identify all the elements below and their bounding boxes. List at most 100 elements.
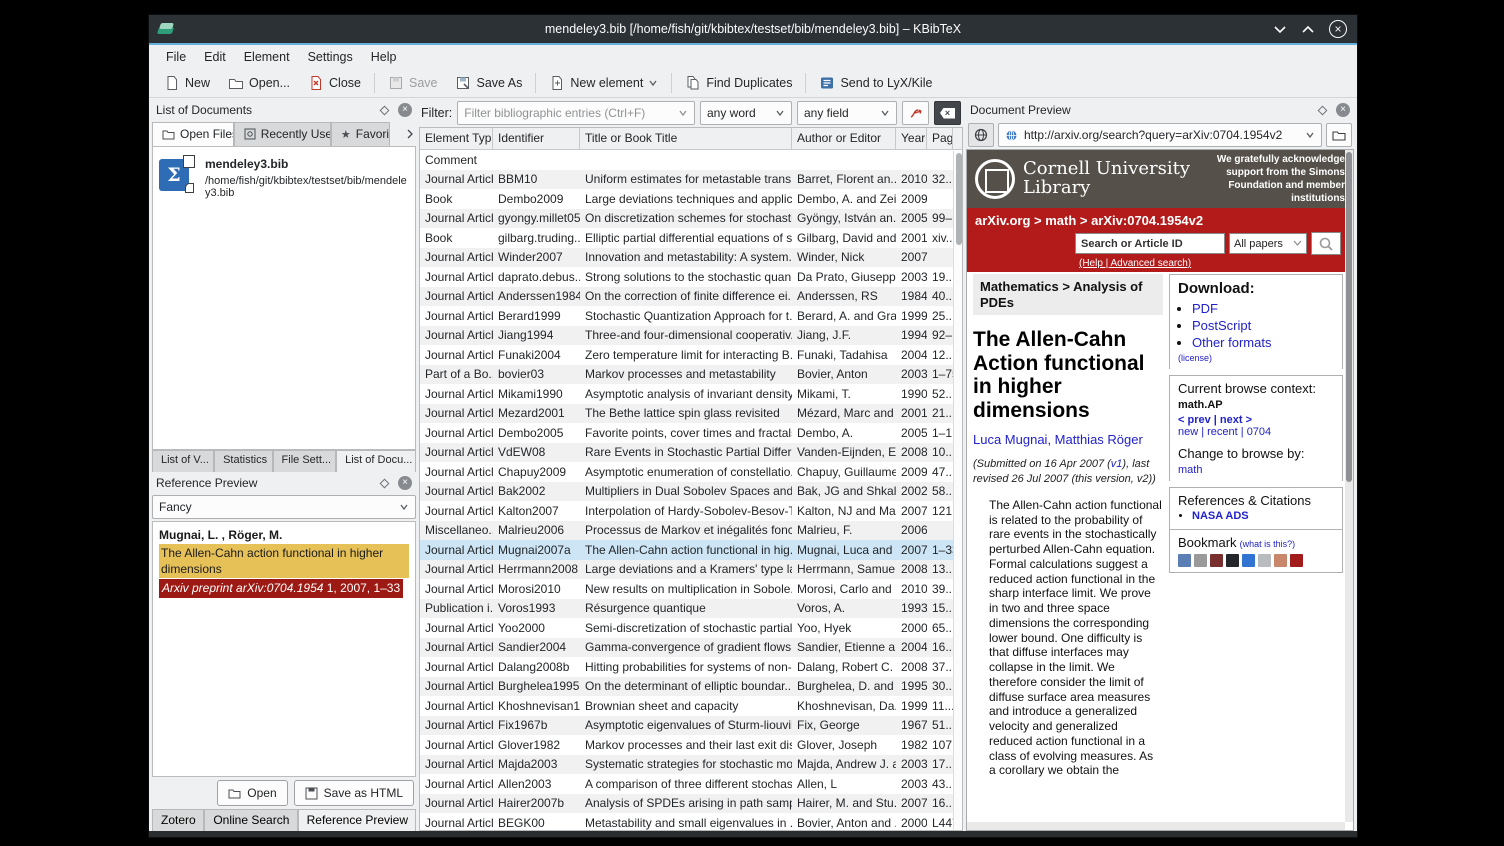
table-row[interactable]: Journal Articlegyongy.millet05On discret… — [420, 209, 953, 229]
arxiv-search-input[interactable]: Search or Article ID — [1075, 233, 1225, 254]
table-row[interactable]: Journal ArticleChapuy2009Asymptotic enum… — [420, 462, 953, 482]
list-item[interactable]: Σ mendeley3.bib /home/fish/git/kbibtex/t… — [159, 155, 409, 199]
tab-scroll-left-icon[interactable] — [390, 124, 403, 144]
open-reference-button[interactable]: Open — [217, 780, 287, 806]
table-row[interactable]: Journal ArticleMajda2003Systematic strat… — [420, 755, 953, 775]
table-row[interactable]: Part of a Bo...bovier03Markov processes … — [420, 365, 953, 385]
v1-link[interactable]: v1 — [1111, 458, 1123, 470]
table-row[interactable]: Journal ArticleJiang1994Three-and four-d… — [420, 326, 953, 346]
arxiv-help-links[interactable]: (Help | Advanced search) — [1079, 258, 1345, 269]
webview-scrollbar[interactable] — [1345, 150, 1353, 822]
save-button[interactable]: Save — [379, 71, 447, 95]
table-row[interactable]: Journal ArticleKalton2007Interpolation o… — [420, 501, 953, 521]
digg-icon[interactable] — [1258, 554, 1271, 567]
table-row[interactable]: Journal ArticleFix1967bAsymptotic eigenv… — [420, 716, 953, 736]
article-authors[interactable]: Luca Mugnai, Matthias Röger — [973, 432, 1163, 447]
arxiv-breadcrumb[interactable]: arXiv.org > math > arXiv:0704.1954v2 — [975, 213, 1345, 228]
table-row[interactable]: Journal ArticleMugnai2007aThe Allen-Cahn… — [420, 540, 953, 560]
col-year[interactable]: Year — [896, 128, 927, 149]
license-link[interactable]: (license) — [1178, 353, 1212, 363]
table-row[interactable]: Journal ArticleBEGK00Metastability and s… — [420, 813, 953, 830]
minimize-icon[interactable] — [1273, 24, 1287, 34]
table-row[interactable]: Journal ArticleKhoshnevisan1...Brownian … — [420, 696, 953, 716]
sciencewise-icon[interactable] — [1290, 554, 1303, 567]
delicious-icon[interactable] — [1242, 554, 1255, 567]
find-duplicates-button[interactable]: Find Duplicates — [676, 71, 801, 95]
table-row[interactable]: Miscellaneo...Malrieu2006Processus de Ma… — [420, 521, 953, 541]
table-row[interactable]: Journal ArticleAllen2003A comparison of … — [420, 774, 953, 794]
arxiv-search-button[interactable] — [1311, 232, 1341, 255]
close-icon[interactable]: × — [1329, 20, 1347, 38]
other-formats-link[interactable]: Other formats — [1192, 335, 1334, 350]
nav-links[interactable]: new | recent | 0704 — [1178, 426, 1334, 438]
filter-word-mode-select[interactable]: any word — [700, 101, 792, 125]
filter-field-mode-select[interactable]: any field — [797, 101, 897, 125]
reddit-icon[interactable] — [1274, 554, 1287, 567]
float-panel-icon[interactable] — [380, 478, 390, 488]
table-row[interactable]: Journal ArticleBak2002Multipliers in Dua… — [420, 482, 953, 502]
webview-hscrollbar[interactable] — [967, 822, 1345, 830]
close-panel-icon[interactable]: × — [398, 476, 412, 490]
close-panel-icon[interactable]: × — [398, 103, 412, 117]
table-row[interactable]: Bookgilbarg.truding...Elliptic partial d… — [420, 228, 953, 248]
table-row[interactable]: Publication i...Voros1993Résurgence quan… — [420, 599, 953, 619]
tab-list-of-documents[interactable]: List of Docu... — [336, 450, 416, 472]
close-panel-icon[interactable]: × — [1336, 103, 1350, 117]
open-file-button[interactable] — [1326, 123, 1352, 147]
maximize-icon[interactable] — [1301, 24, 1315, 34]
tab-list-of-values[interactable]: List of V... — [152, 450, 214, 472]
table-row[interactable]: Journal Articledaprato.debus...Strong so… — [420, 267, 953, 287]
bibtex-filter-button[interactable] — [902, 101, 929, 125]
col-identifier[interactable]: Identifier — [493, 128, 580, 149]
col-title[interactable]: Title or Book Title — [580, 128, 792, 149]
tab-online-search[interactable]: Online Search — [204, 809, 297, 831]
tab-recently-used[interactable]: Recently Used — [234, 122, 331, 146]
tab-file-settings[interactable]: File Sett... — [273, 450, 337, 472]
tab-zotero[interactable]: Zotero — [152, 809, 204, 831]
new-button[interactable]: New — [155, 71, 219, 95]
table-row[interactable]: Journal ArticleMezard2001The Bethe latti… — [420, 404, 953, 424]
table-row[interactable]: Journal ArticleBBM10Uniform estimates fo… — [420, 170, 953, 190]
go-button[interactable] — [968, 123, 994, 147]
table-row[interactable]: Journal ArticleDembo2005Favorite points,… — [420, 423, 953, 443]
table-row[interactable]: Journal ArticleMikami1990Asymptotic anal… — [420, 384, 953, 404]
prev-next-links[interactable]: < prev | next > — [1178, 414, 1334, 426]
table-row[interactable]: Journal ArticleAnderssen1984On the corre… — [420, 287, 953, 307]
float-panel-icon[interactable] — [1318, 105, 1328, 115]
menu-edit[interactable]: Edit — [195, 47, 235, 67]
table-row[interactable]: Journal ArticleHerrmann2008Large deviati… — [420, 560, 953, 580]
bibsonomy-icon[interactable] — [1210, 554, 1223, 567]
new-element-button[interactable]: New element — [540, 71, 667, 95]
table-row[interactable]: Journal ArticleMorosi2010New results on … — [420, 579, 953, 599]
table-row[interactable]: Journal ArticleVdEW08Rare Events in Stoc… — [420, 443, 953, 463]
table-row[interactable]: Journal ArticleHairer2007bAnalysis of SP… — [420, 794, 953, 814]
table-row[interactable]: Journal ArticleGlover1982Markov processe… — [420, 735, 953, 755]
save-as-button[interactable]: Save As — [446, 71, 531, 95]
tab-favorites[interactable]: ★ Favori — [331, 122, 390, 146]
table-row[interactable]: BookDembo2009Large deviations techniques… — [420, 189, 953, 209]
bookmark-hint-link[interactable]: (what is this?) — [1240, 539, 1296, 549]
citeulike-icon[interactable] — [1178, 554, 1191, 567]
table-row[interactable]: Journal ArticleSandier2004Gamma-converge… — [420, 638, 953, 658]
preview-style-select[interactable]: Fancy — [152, 495, 416, 519]
connotea-icon[interactable] — [1194, 554, 1207, 567]
menu-settings[interactable]: Settings — [299, 47, 362, 67]
clear-filter-button[interactable]: × — [934, 101, 961, 125]
col-author[interactable]: Author or Editor — [792, 128, 896, 149]
table-row[interactable]: Journal ArticleDalang2008bHitting probab… — [420, 657, 953, 677]
cornell-logo-text[interactable]: Cornell University Library — [1023, 160, 1190, 198]
url-input[interactable]: http://arxiv.org/search?query=arXiv:0704… — [998, 123, 1322, 147]
tab-statistics[interactable]: Statistics — [214, 450, 272, 472]
save-as-html-button[interactable]: Save as HTML — [294, 780, 414, 806]
mendeley-icon[interactable] — [1226, 554, 1239, 567]
open-button[interactable]: Open... — [219, 71, 299, 95]
table-row[interactable]: Journal ArticleYoo2000Semi-discretizatio… — [420, 618, 953, 638]
close-button[interactable]: Close — [299, 71, 370, 95]
table-row[interactable]: Comment — [420, 150, 953, 170]
pdf-link[interactable]: PDF — [1192, 301, 1334, 316]
arxiv-scope-select[interactable]: All papers — [1229, 233, 1307, 254]
table-row[interactable]: Journal ArticleBerard1999Stochastic Quan… — [420, 306, 953, 326]
menu-file[interactable]: File — [157, 47, 195, 67]
title-bar[interactable]: mendeley3.bib [/home/fish/git/kbibtex/te… — [149, 15, 1357, 43]
math-link[interactable]: math — [1178, 464, 1334, 476]
